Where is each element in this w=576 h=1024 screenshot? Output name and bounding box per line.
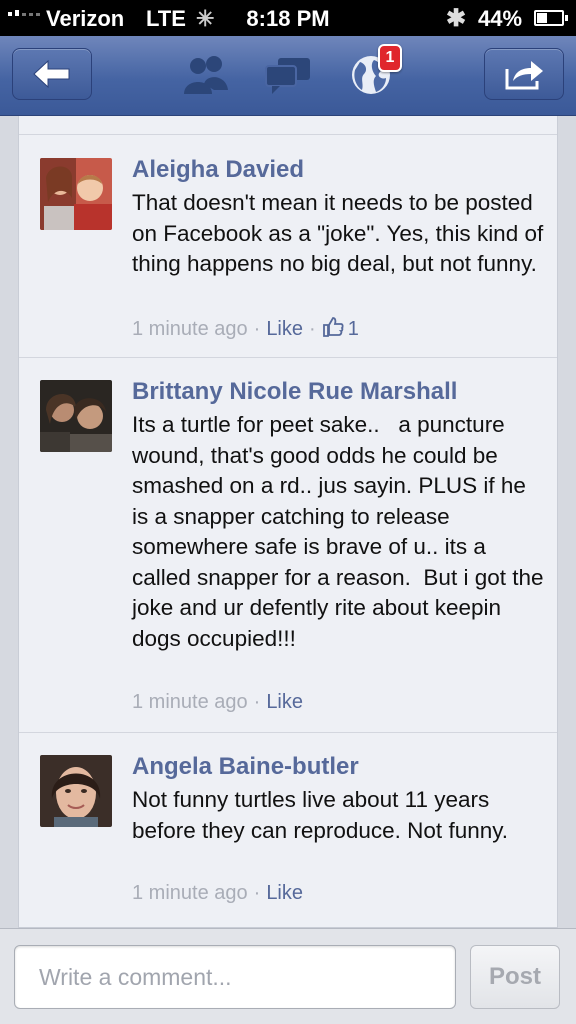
notification-badge: 1: [378, 44, 402, 72]
share-button[interactable]: [484, 48, 564, 100]
back-arrow-icon: [33, 59, 70, 89]
comment-text: Not funny turtles live about 11 years be…: [132, 787, 509, 843]
avatar[interactable]: [40, 755, 112, 827]
friends-icon[interactable]: [180, 54, 230, 96]
comment-text: That doesn't mean it needs to be posted …: [132, 190, 550, 276]
like-count: 1: [347, 318, 359, 340]
messages-icon[interactable]: [264, 56, 312, 96]
thumbs-up-icon: [322, 317, 344, 337]
comment-meta: 1 minute ago · Like · 1: [132, 317, 359, 340]
comment-author[interactable]: Aleigha Davied: [132, 156, 304, 184]
like-link[interactable]: Like: [266, 882, 303, 904]
comment-timestamp: 1 minute ago: [132, 691, 248, 713]
battery-icon: [534, 10, 568, 26]
share-icon: [505, 61, 543, 90]
divider: [19, 134, 557, 135]
comment-input[interactable]: [14, 945, 456, 1009]
like-link[interactable]: Like: [266, 691, 303, 713]
bluetooth-icon: ✱: [446, 5, 467, 32]
avatar[interactable]: [40, 158, 112, 230]
divider: [19, 357, 557, 358]
like-link[interactable]: Like: [266, 318, 303, 340]
comment-timestamp: 1 minute ago: [132, 882, 248, 904]
comments-list[interactable]: Aleigha Davied That doesn't mean it need…: [18, 116, 558, 928]
divider: [19, 732, 557, 733]
battery-percent: 44%: [478, 6, 523, 31]
post-button[interactable]: Post: [470, 945, 560, 1009]
comment-author[interactable]: Brittany Nicole Rue Marshall: [132, 378, 457, 406]
comment-timestamp: 1 minute ago: [132, 318, 248, 340]
back-button[interactable]: [12, 48, 92, 100]
avatar[interactable]: [40, 380, 112, 452]
navigation-bar: 1: [0, 36, 576, 116]
status-bar: Verizon LTE ✳ 8:18 PM ✱ 44%: [0, 0, 576, 36]
comment-composer: Post: [0, 928, 576, 1024]
comment-author[interactable]: Angela Baine-butler: [132, 753, 359, 781]
comment-meta: 1 minute ago · Like: [132, 882, 304, 904]
comment-text: Its a turtle for peet sake.. a puncture …: [132, 412, 550, 651]
comment-meta: 1 minute ago · Like: [132, 691, 304, 713]
